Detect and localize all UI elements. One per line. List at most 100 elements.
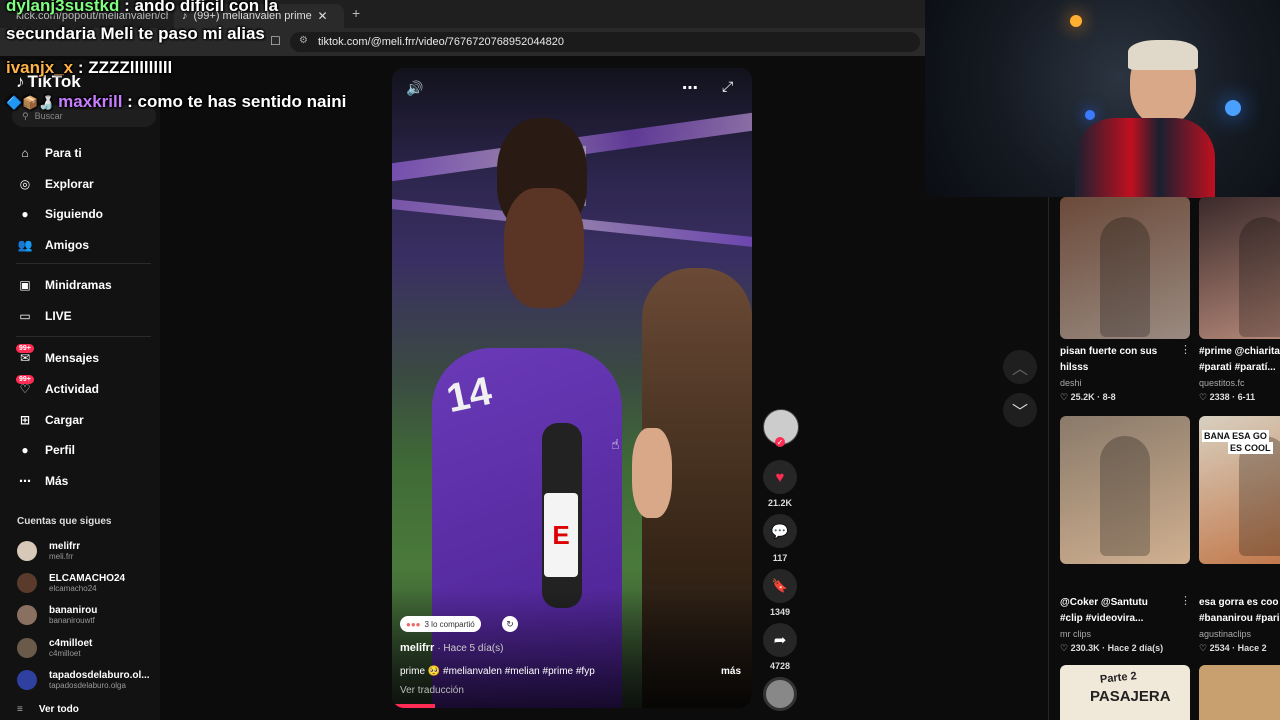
card-likes: 25.2K — [1070, 392, 1095, 402]
nav-item-perfil[interactable]: ● Perfil — [16, 438, 75, 462]
card-title-line1[interactable]: pisan fuerte con sus — [1060, 344, 1185, 359]
close-tab-icon[interactable]: ✕ — [318, 9, 328, 23]
friends-icon: 👥 — [17, 238, 33, 252]
divider — [1048, 197, 1049, 720]
address-bar[interactable]: ⚙ tiktok.com/@meli.frr/video/76767207689… — [290, 32, 920, 52]
following-account[interactable]: ELCAMACHO24 elcamacho24 — [17, 570, 125, 596]
video-author[interactable]: melifrr — [400, 642, 434, 654]
volume-icon[interactable]: 🔊 — [406, 80, 423, 97]
site-info-icon[interactable]: ⚙ — [299, 35, 308, 46]
nav-item-amigos[interactable]: 👥 Amigos — [16, 233, 90, 257]
card-stats: ♡ 230.3K · Hace 2 día(s) — [1060, 643, 1163, 654]
nav-item-siguiendo[interactable]: ● Siguiendo — [16, 202, 103, 226]
video-thumbnail[interactable] — [1199, 197, 1280, 339]
separator: · — [1099, 643, 1108, 653]
nav-label: Mensajes — [45, 351, 100, 365]
following-account[interactable]: c4milloet c4milloet — [17, 635, 92, 661]
card-title-line2[interactable]: #parati #paratí... — [1199, 360, 1280, 375]
card-title-line2[interactable]: #clip #videovira... — [1060, 611, 1185, 626]
video-thumbnail[interactable] — [1199, 665, 1280, 720]
video-thumbnail[interactable] — [1060, 197, 1190, 339]
nav-item-mensajes[interactable]: ✉ 99+ Mensajes — [16, 344, 100, 370]
reporter-face — [632, 428, 672, 518]
thumbnail-figure — [1239, 436, 1280, 556]
following-section-title: Cuentas que sigues — [17, 516, 112, 527]
scroll-up-button[interactable]: ︿ — [1003, 350, 1037, 384]
account-handle: c4milloet — [49, 649, 81, 658]
card-title-line2[interactable]: #bananirou #pari — [1199, 611, 1280, 626]
card-author[interactable]: mr clips — [1060, 629, 1091, 639]
shared-pill[interactable]: ●●● 3 lo compartió — [400, 616, 481, 632]
more-icon: ⋯ — [19, 474, 31, 488]
music-disc-icon[interactable] — [763, 677, 797, 711]
streamer-hair — [1128, 40, 1198, 70]
following-account[interactable]: tapadosdelaburo.ol... tapadosdelaburo.olg… — [17, 667, 150, 693]
nav-item-para-ti[interactable]: ⌂ Para ti — [16, 141, 82, 165]
card-title-line1[interactable]: esa gorra es coo — [1199, 595, 1280, 610]
card-date: 8-8 — [1102, 392, 1116, 402]
repost-icon[interactable]: ↻ — [502, 616, 518, 632]
comment-button[interactable]: 💬 — [763, 514, 797, 548]
share-icon: ➦ — [773, 632, 787, 649]
nav-item-explorar[interactable]: ◎ Explorar — [16, 172, 94, 196]
chevron-down-icon: ﹀ — [1011, 404, 1028, 421]
nav-item-cargar[interactable]: ⊞ Cargar — [16, 408, 84, 432]
chat-message: dylanj3sustkd : ando dificil con la — [6, 0, 278, 16]
card-author[interactable]: agustinaclips — [1199, 629, 1251, 639]
divider — [16, 263, 151, 264]
scroll-down-button[interactable]: ﹀ — [1003, 393, 1037, 427]
card-title-line2[interactable]: hilsss — [1060, 360, 1185, 375]
account-name: ELCAMACHO24 — [49, 573, 126, 584]
like-button[interactable]: ♥ — [763, 460, 797, 494]
card-likes: 2338 — [1209, 392, 1230, 402]
card-more-icon[interactable]: ⋮ — [1180, 594, 1191, 607]
nav-item-minidramas[interactable]: ▣ Minidramas — [16, 273, 111, 297]
video-player[interactable]: 14 E 🔊 ⋯ ⤢ ●●● 3 lo compartió ↻ melifrr … — [392, 68, 752, 708]
espn-mic-flag: E — [544, 493, 578, 577]
card-more-icon[interactable]: ⋮ — [1180, 343, 1191, 356]
following-icon: ● — [21, 207, 29, 221]
thumbnail-text: BANA ESA GO — [1202, 430, 1269, 442]
following-account[interactable]: melifrr meli.frr — [17, 538, 80, 564]
save-button[interactable]: 🔖 — [763, 569, 797, 603]
card-title-line1[interactable]: #prime @chiarita — [1199, 344, 1280, 359]
card-date: 6-11 — [1237, 392, 1256, 402]
card-title-line1[interactable]: @Coker @Santutu — [1060, 595, 1185, 610]
search-icon: ⚲ — [22, 110, 29, 121]
blue-light — [1085, 110, 1095, 120]
video-progress-bar[interactable] — [392, 704, 436, 708]
nav-item-live[interactable]: ▭ LIVE — [16, 304, 71, 328]
translate-link[interactable]: Ver traducción — [400, 685, 464, 696]
nav-item-actividad[interactable]: ♡ 99+ Actividad — [16, 375, 99, 401]
mouse-cursor-icon: ☝ — [611, 436, 620, 452]
card-author[interactable]: deshi — [1060, 378, 1082, 388]
chevron-up-icon: ︿ — [1011, 361, 1028, 378]
shared-text: 3 lo compartió — [424, 619, 475, 629]
activity-icon: ♡ 99+ — [16, 375, 34, 398]
caption-more-button[interactable]: más — [721, 666, 741, 677]
nav-item-más[interactable]: ⋯ Más — [16, 469, 68, 493]
like-count: 21.2K — [767, 498, 793, 508]
friend-avatars-icon: ●●● — [406, 619, 421, 629]
card-stats: ♡ 2338 · 6-11 — [1199, 392, 1255, 403]
heart-outline-icon: ♡ — [1060, 392, 1071, 402]
nav-label: Para ti — [45, 146, 82, 160]
chat-message: 🔷📦🍶 maxkrill : como te has sentido naini — [6, 92, 346, 112]
see-all-link[interactable]: ≡ Ver todo — [17, 704, 79, 715]
share-button[interactable]: ➦ — [763, 623, 797, 657]
minidrama-icon: ▣ — [19, 278, 31, 292]
card-author[interactable]: questitos.fc — [1199, 378, 1245, 388]
lamp-light — [1070, 15, 1082, 27]
video-thumbnail[interactable] — [1060, 416, 1190, 564]
card-likes: 2534 — [1209, 643, 1230, 653]
account-handle: elcamacho24 — [49, 584, 97, 593]
comment-count: 117 — [772, 553, 788, 563]
fullscreen-icon[interactable]: ⤢ — [722, 78, 733, 95]
more-options-icon[interactable]: ⋯ — [682, 78, 698, 98]
card-stats: ♡ 25.2K · 8-8 — [1060, 392, 1116, 403]
messages-icon: ✉ 99+ — [16, 344, 34, 367]
bookmark-icon[interactable]: ☐ — [270, 34, 281, 48]
new-tab-button[interactable]: + — [352, 5, 360, 21]
follow-plus-icon[interactable]: ✓ — [775, 437, 785, 447]
following-account[interactable]: bananirou bananirouwtf — [17, 602, 97, 628]
